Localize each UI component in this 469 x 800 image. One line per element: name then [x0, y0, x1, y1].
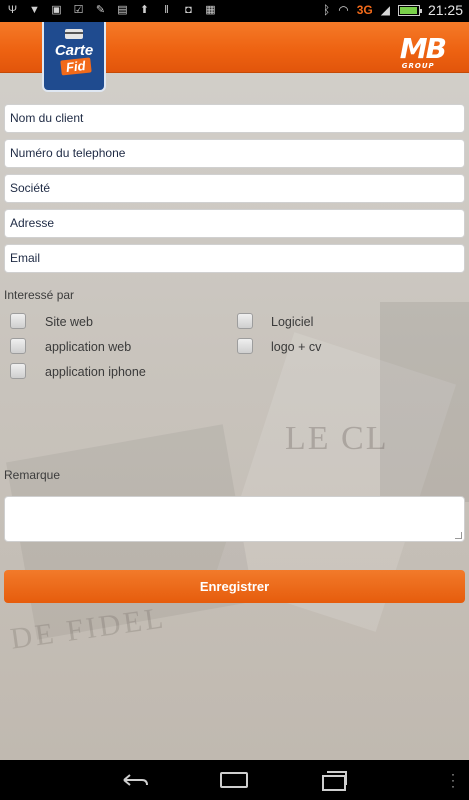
carte-fid-logo: Carte Fid [42, 22, 106, 92]
checkbox-label: Site web [45, 315, 93, 329]
picture-icon: ▤ [117, 4, 128, 16]
bluetooth-icon: ᛒ [323, 3, 331, 17]
remarks-label: Remarque [4, 468, 61, 482]
usb-icon: Ψ [7, 4, 18, 16]
address-field[interactable]: Adresse [4, 209, 465, 238]
recent-apps-icon[interactable] [322, 771, 348, 791]
wifi-drop-icon: ▼ [29, 4, 40, 16]
back-icon[interactable] [120, 770, 150, 790]
card-icon [65, 29, 83, 39]
background-text: LE CL [285, 420, 389, 457]
network-label: 3G [356, 3, 373, 17]
remarks-textarea[interactable] [4, 496, 465, 542]
navigation-bar: · · · [0, 760, 469, 800]
shopping-bag-icon: ◘ [185, 4, 192, 16]
upload-icon: ⬆ [139, 4, 150, 16]
checkbox-label: logo + cv [271, 340, 322, 354]
status-time: 21:25 [427, 2, 463, 18]
checkbox-logiciel[interactable] [237, 313, 253, 329]
battery-icon [397, 4, 422, 16]
checkmark-icon: ☑ [73, 4, 84, 16]
checkbox-label: application web [45, 340, 132, 354]
background-card [380, 302, 469, 502]
wrench-icon: ✎ [95, 4, 106, 16]
checkbox-logo-cv[interactable] [237, 338, 253, 354]
checkbox-site-web[interactable] [10, 313, 26, 329]
checkbox-label: Logiciel [271, 315, 314, 329]
status-bar: Ψ ▼ ▣ ☑ ✎ ▤ ⬆ ‖ ◘ ▦ ᛒ ◠ 3G ◢ 21:25 [0, 0, 469, 22]
barcode-icon: ‖ [164, 4, 169, 16]
save-button[interactable]: Enregistrer [4, 570, 465, 603]
wifi-icon: ◠ [338, 3, 349, 17]
checkbox-application-web[interactable] [10, 338, 26, 354]
home-icon[interactable] [220, 772, 248, 788]
resize-grip-icon[interactable] [455, 532, 462, 539]
company-field[interactable]: Société [4, 174, 465, 203]
checkbox-label: application iphone [45, 365, 146, 379]
mb-group-logo: MB GROUP [399, 32, 447, 70]
interest-label: Interessé par [4, 288, 75, 302]
sd-icon: ▣ [51, 4, 62, 16]
phone-number-field[interactable]: Numéro du telephone [4, 139, 465, 168]
signal-icon: ◢ [380, 3, 390, 17]
overflow-menu-icon[interactable]: · · · [451, 768, 455, 792]
client-name-field[interactable]: Nom du client [4, 104, 465, 133]
checkbox-application-iphone[interactable] [10, 363, 26, 379]
calendar-icon: ▦ [205, 4, 216, 16]
app-screen: LE CL DE FIDEL MB GROUP Carte Fid Nom du… [0, 22, 469, 760]
email-field[interactable]: Email [4, 244, 465, 273]
